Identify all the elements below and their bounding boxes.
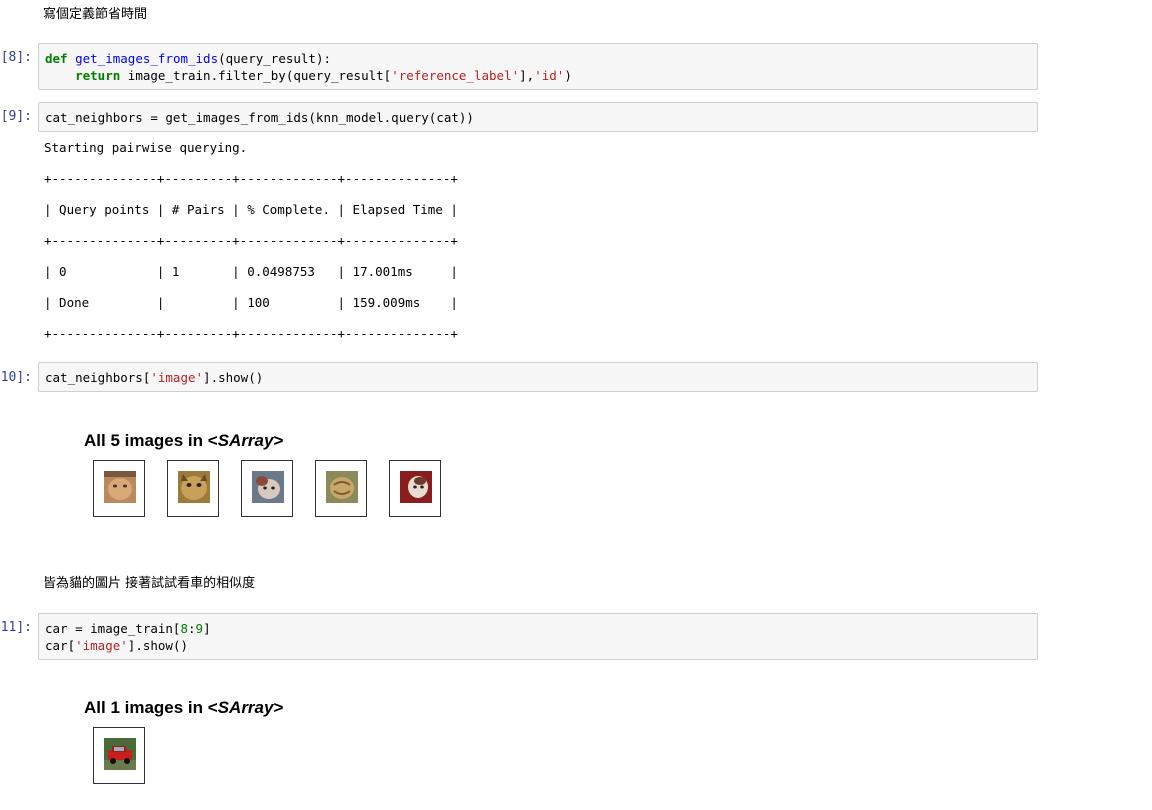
sarray-title-suffix: > (273, 698, 284, 717)
sarray-title-prefix: All 5 images in < (84, 431, 218, 450)
code-text: cat_neighbors[ (45, 370, 151, 385)
code-text: ].show() (127, 638, 189, 653)
string-literal: 'image' (150, 370, 204, 385)
code-text: ] (203, 621, 211, 636)
table-separator: +--------------+---------+-------------+… (44, 326, 458, 341)
cat-image-icon (400, 471, 432, 503)
sarray-title-prefix: All 1 images in < (84, 698, 218, 717)
table-separator: +--------------+---------+-------------+… (44, 171, 458, 186)
code-text: ].show() (203, 370, 264, 385)
table-row: | 0 | 1 | 0.0498753 | 17.001ms | (44, 264, 458, 279)
keyword: return (75, 68, 121, 83)
number-literal: 9 (195, 621, 204, 636)
code-cell[interactable]: cat_neighbors = get_images_from_ids(knn_… (38, 102, 1038, 132)
image-thumbnail[interactable] (389, 460, 441, 517)
output-line: Starting pairwise querying. (44, 140, 248, 155)
markdown-text: 寫個定義節省時間 (43, 7, 148, 22)
cat-image-icon (326, 471, 358, 503)
table-header: | Query points | # Pairs | % Complete. |… (44, 202, 458, 217)
markdown-text: 皆為貓的圖片 接著試試看車的相似度 (43, 576, 256, 591)
image-thumbnail[interactable] (241, 460, 293, 517)
function-name: get_images_from_ids (75, 51, 219, 66)
sarray-title: All 5 images in <SArray> (84, 431, 283, 451)
sarray-title: All 1 images in <SArray> (84, 698, 283, 718)
code-cell[interactable]: car = image_train[8:9] car['image'].show… (38, 613, 1038, 660)
code-text: ], (519, 68, 535, 83)
cell-prompt: [8]: (0, 50, 32, 65)
code-text: car = image_train[ (45, 621, 181, 636)
sarray-title-suffix: > (273, 431, 284, 450)
image-thumbnail[interactable] (315, 460, 367, 517)
table-separator: +--------------+---------+-------------+… (44, 233, 458, 248)
image-thumbnail[interactable] (93, 460, 145, 517)
cat-image-icon (104, 471, 136, 503)
cell-prompt: 11]: (0, 620, 32, 635)
code-text: : (188, 621, 196, 636)
string-literal: 'reference_label' (391, 68, 520, 83)
code-text: cat_neighbors = get_images_from_ids(knn_… (45, 110, 474, 125)
string-literal: 'image' (75, 638, 128, 653)
car-image-icon (104, 738, 136, 770)
code-text: ) (564, 68, 572, 83)
code-cell[interactable]: cat_neighbors['image'].show() (38, 362, 1038, 392)
sarray-type: SArray (217, 431, 274, 450)
cat-image-icon (252, 471, 284, 503)
code-text: (query_result): (218, 51, 331, 66)
code-text: image_train.filter_by(query_result[ (120, 68, 392, 83)
code-text: car[ (45, 638, 76, 653)
string-literal: 'id' (534, 68, 565, 83)
image-thumbnail[interactable] (93, 727, 145, 784)
keyword: def (45, 51, 68, 66)
number-literal: 8 (180, 621, 188, 636)
table-row: | Done | | 100 | 159.009ms | (44, 295, 458, 310)
code-cell[interactable]: def get_images_from_ids(query_result): r… (38, 43, 1038, 90)
image-thumbnail[interactable] (167, 460, 219, 517)
sarray-type: SArray (217, 698, 274, 717)
cell-prompt: 10]: (0, 370, 32, 385)
cat-image-icon (178, 471, 210, 503)
cell-prompt: [9]: (0, 109, 32, 124)
